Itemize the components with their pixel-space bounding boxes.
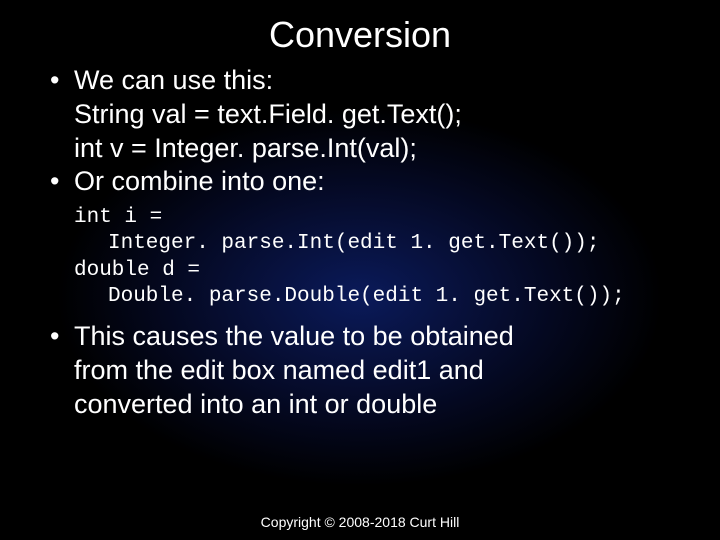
code-line: Double. parse.Double(edit 1. get.Text())… [74, 284, 690, 310]
code-line: double d = [74, 258, 690, 284]
code-block: int i = Integer. parse.Int(edit 1. get.T… [74, 205, 690, 310]
bullet-subline: converted into an int or double [74, 388, 690, 422]
code-line: int i = [74, 205, 690, 231]
bullet-text: We can use this: [74, 65, 273, 95]
bullet-item: • This causes the value to be obtained [74, 320, 690, 354]
bullet-item: • We can use this: [74, 64, 690, 98]
bullet-text: This causes the value to be obtained [74, 321, 514, 351]
bullet-item: • Or combine into one: [74, 165, 690, 199]
slide-content: • We can use this: String val = text.Fie… [0, 64, 720, 421]
bullet-subline: from the edit box named edit1 and [74, 354, 690, 388]
bullet-dot-icon: • [50, 320, 59, 354]
bullet-dot-icon: • [50, 165, 59, 199]
bullet-dot-icon: • [50, 64, 59, 98]
bullet-subline: String val = text.Field. get.Text(); [74, 98, 690, 132]
slide-title: Conversion [0, 0, 720, 64]
copyright-footer: Copyright © 2008-2018 Curt Hill [0, 514, 720, 530]
bullet-text: Or combine into one: [74, 166, 325, 196]
bullet-subline: int v = Integer. parse.Int(val); [74, 132, 690, 166]
slide: Conversion • We can use this: String val… [0, 0, 720, 540]
code-line: Integer. parse.Int(edit 1. get.Text()); [74, 231, 690, 257]
